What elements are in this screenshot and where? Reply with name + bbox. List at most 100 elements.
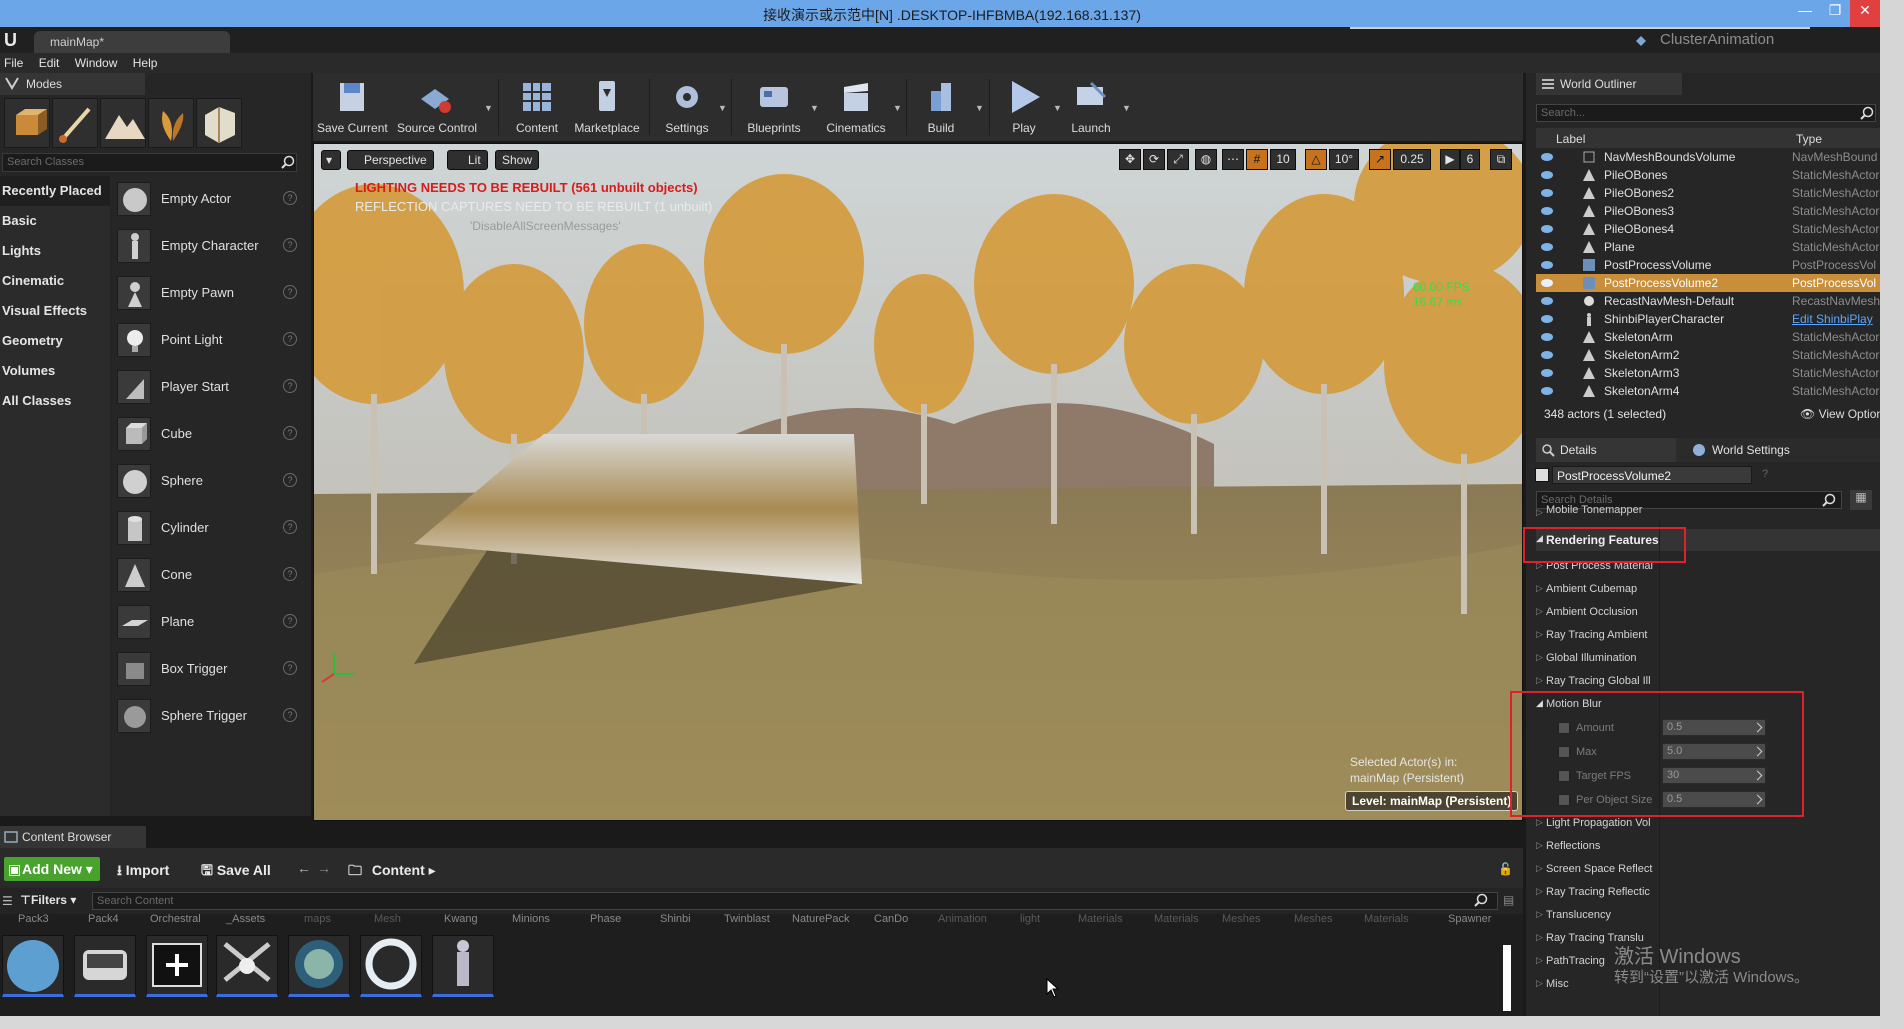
geometry-mode-icon[interactable] bbox=[196, 98, 242, 148]
eye-icon[interactable] bbox=[1540, 385, 1554, 397]
sources-toggle-icon[interactable]: ☰ bbox=[2, 894, 13, 908]
place-item-sphere-trigger[interactable]: Sphere Trigger? bbox=[111, 693, 309, 739]
source-control-icon[interactable] bbox=[1634, 34, 1648, 48]
forward-arrow-icon[interactable]: → bbox=[317, 860, 331, 876]
folder-label[interactable]: Kwang bbox=[444, 913, 478, 925]
level-viewport[interactable] bbox=[313, 143, 1523, 821]
place-item-cone[interactable]: Cone? bbox=[111, 552, 309, 598]
place-mode-icon[interactable] bbox=[4, 98, 50, 148]
outliner-row[interactable]: PileOBones StaticMeshActor bbox=[1536, 166, 1880, 184]
chevron-down-icon[interactable]: ▼ bbox=[484, 103, 493, 113]
place-item-empty-actor[interactable]: Empty Actor? bbox=[111, 176, 309, 222]
section-translucency[interactable]: ▷ Translucency bbox=[1536, 905, 1880, 927]
outliner-row[interactable]: SkeletonArm StaticMeshActor bbox=[1536, 328, 1880, 346]
section-ray-tracing-gi[interactable]: ▷ Ray Tracing Global Ill bbox=[1536, 671, 1880, 693]
menu-window[interactable]: Window bbox=[71, 53, 126, 70]
eye-icon[interactable] bbox=[1540, 259, 1554, 271]
outliner-row[interactable]: Plane StaticMeshActor bbox=[1536, 238, 1880, 256]
save-all-button[interactable]: 🖫 Save All bbox=[201, 860, 271, 884]
asset-mannequin-icon[interactable] bbox=[432, 935, 494, 997]
eye-icon[interactable] bbox=[1540, 331, 1554, 343]
paint-mode-icon[interactable] bbox=[52, 98, 98, 148]
folder-label[interactable]: Spawner bbox=[1448, 913, 1491, 925]
help-icon[interactable]: ? bbox=[283, 191, 297, 205]
help-icon[interactable]: ? bbox=[283, 567, 297, 581]
eye-icon[interactable] bbox=[1540, 295, 1554, 307]
outliner-search-input[interactable]: Search... bbox=[1536, 104, 1876, 122]
folder-label[interactable]: NaturePack bbox=[792, 913, 849, 925]
chevron-down-icon[interactable]: ▼ bbox=[1122, 103, 1131, 113]
folder-label[interactable]: Twinblast bbox=[724, 913, 770, 925]
section-ambient-occlusion[interactable]: ▷ Ambient Occlusion bbox=[1536, 602, 1880, 624]
place-item-box-trigger[interactable]: Box Trigger? bbox=[111, 646, 309, 692]
outliner-row-selected[interactable]: PostProcessVolume2 PostProcessVol bbox=[1536, 274, 1880, 292]
asset-light-icon[interactable] bbox=[216, 935, 278, 997]
place-item-empty-pawn[interactable]: Empty Pawn? bbox=[111, 270, 309, 316]
outliner-row[interactable]: ShinbiPlayerCharacter Edit ShinbiPlay bbox=[1536, 310, 1880, 328]
menu-file[interactable]: File bbox=[0, 53, 31, 70]
category-cinematic[interactable]: Cinematic bbox=[0, 266, 110, 296]
minimize-button[interactable]: — bbox=[1790, 0, 1820, 27]
landscape-mode-icon[interactable] bbox=[100, 98, 146, 148]
section-mobile-tonemapper[interactable]: ▷ Mobile Tonemapper bbox=[1536, 503, 1880, 519]
marketplace-button[interactable]: Marketplace bbox=[571, 77, 643, 139]
outliner-row[interactable]: SkeletonArm4 StaticMeshActor bbox=[1536, 382, 1880, 400]
asset-scrollbar[interactable] bbox=[1503, 945, 1511, 1011]
folder-label[interactable]: Materials bbox=[1364, 913, 1409, 925]
eye-icon[interactable] bbox=[1540, 349, 1554, 361]
back-arrow-icon[interactable]: ← bbox=[297, 860, 311, 876]
help-icon[interactable]: ? bbox=[283, 520, 297, 534]
help-icon[interactable]: ? bbox=[283, 238, 297, 252]
blueprints-button[interactable]: Blueprints bbox=[741, 77, 807, 139]
launch-button[interactable]: Launch bbox=[1063, 77, 1119, 139]
category-all-classes[interactable]: All Classes bbox=[0, 386, 110, 416]
folder-label[interactable]: _Assets bbox=[226, 913, 265, 925]
section-reflections[interactable]: ▷ Reflections bbox=[1536, 836, 1880, 858]
folder-label[interactable]: Materials bbox=[1154, 913, 1199, 925]
horizontal-scrollbar[interactable] bbox=[0, 1016, 1880, 1029]
eye-icon[interactable] bbox=[1540, 187, 1554, 199]
asset-ring-icon[interactable] bbox=[360, 935, 422, 997]
help-icon[interactable]: ? bbox=[283, 426, 297, 440]
folder-label[interactable]: Phase bbox=[590, 913, 621, 925]
rotate-icon[interactable]: ⟳ bbox=[1143, 149, 1165, 170]
folder-label[interactable]: light bbox=[1020, 913, 1040, 925]
folder-label[interactable]: Pack4 bbox=[88, 913, 119, 925]
viewport-options-button[interactable]: ▾ bbox=[321, 150, 341, 170]
folder-label[interactable]: Meshes bbox=[1222, 913, 1261, 925]
eye-icon[interactable] bbox=[1540, 313, 1554, 325]
scale-icon[interactable]: ⤢ bbox=[1167, 149, 1189, 170]
world-outliner-tab[interactable]: World Outliner bbox=[1536, 73, 1682, 95]
outliner-row[interactable]: NavMeshBoundsVolume NavMeshBound bbox=[1536, 148, 1880, 166]
menu-edit[interactable]: Edit bbox=[35, 53, 68, 70]
rotation-snap-value[interactable]: 10° bbox=[1329, 149, 1359, 170]
place-item-plane[interactable]: Plane? bbox=[111, 599, 309, 645]
lock-icon[interactable]: 🔓 bbox=[1498, 862, 1513, 876]
folder-label[interactable]: maps bbox=[304, 913, 331, 925]
translate-icon[interactable]: ✥ bbox=[1119, 149, 1141, 170]
asset-hud-icon[interactable] bbox=[146, 935, 208, 997]
import-button[interactable]: ⭳ Import bbox=[117, 860, 169, 884]
column-type[interactable]: Type bbox=[1796, 132, 1822, 146]
save-current-button[interactable]: Save Current bbox=[317, 77, 388, 139]
outliner-row[interactable]: PileOBones4 StaticMeshActor bbox=[1536, 220, 1880, 238]
perspective-button[interactable]: Perspective bbox=[347, 150, 434, 170]
chevron-down-icon[interactable]: ▼ bbox=[810, 103, 819, 113]
content-button[interactable]: Content bbox=[509, 77, 565, 139]
rotation-snap-icon[interactable]: △ bbox=[1305, 149, 1327, 170]
category-geometry[interactable]: Geometry bbox=[0, 326, 110, 356]
tab-mainmap[interactable]: mainMap* bbox=[34, 31, 230, 53]
folder-label[interactable]: Minions bbox=[512, 913, 550, 925]
asset-sky-sphere-icon[interactable] bbox=[2, 935, 64, 997]
category-lights[interactable]: Lights bbox=[0, 236, 110, 266]
help-icon[interactable]: ? bbox=[283, 661, 297, 675]
eye-icon[interactable] bbox=[1540, 223, 1554, 235]
close-button[interactable]: ✕ bbox=[1850, 0, 1880, 27]
asset-gamepad-icon[interactable] bbox=[74, 935, 136, 997]
category-basic[interactable]: Basic bbox=[0, 206, 110, 236]
camera-speed-value[interactable]: 6 bbox=[1460, 149, 1480, 170]
save-search-icon[interactable]: ▤ bbox=[1503, 893, 1514, 907]
section-ray-tracing-reflections[interactable]: ▷ Ray Tracing Reflectic bbox=[1536, 882, 1880, 904]
folder-label[interactable]: CanDo bbox=[874, 913, 908, 925]
foliage-mode-icon[interactable] bbox=[148, 98, 194, 148]
